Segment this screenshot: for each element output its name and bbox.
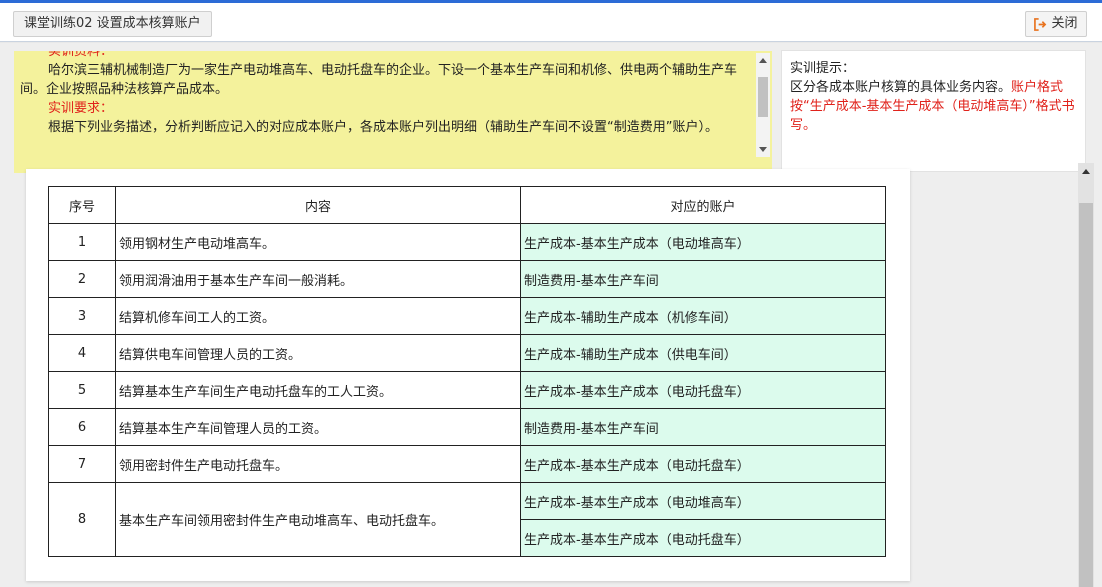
row-content: 领用钢材生产电动堆高车。 <box>115 223 521 261</box>
row-num: 7 <box>48 445 116 483</box>
header-num: 序号 <box>48 186 116 224</box>
accounts-table: 序号 内容 对应的账户 1 领用钢材生产电动堆高车。 生产成本-基本生产成本（电… <box>48 186 886 557</box>
material-heading: 实训资料： <box>48 51 114 59</box>
scroll-thumb[interactable] <box>758 77 768 117</box>
page-scrollbar[interactable] <box>1078 163 1094 587</box>
hint-text: 区分各成本账户核算的具体业务内容。 <box>790 80 1012 95</box>
table-row: 1 领用钢材生产电动堆高车。 生产成本-基本生产成本（电动堆高车） <box>48 223 886 261</box>
table-card: 序号 内容 对应的账户 1 领用钢材生产电动堆高车。 生产成本-基本生产成本（电… <box>26 169 910 581</box>
row-account[interactable]: 制造费用-基本生产车间 <box>520 260 886 298</box>
table-row: 2 领用润滑油用于基本生产车间一般消耗。 制造费用-基本生产车间 <box>48 260 886 298</box>
row-content: 结算基本生产车间生产电动托盘车的工人工资。 <box>115 371 521 409</box>
top-bar: 课堂训练02 设置成本核算账户 关闭 <box>0 0 1102 42</box>
hint-body: 区分各成本账户核算的具体业务内容。账户格式按“生产成本-基本生产成本（电动堆高车… <box>790 78 1077 135</box>
table-row: 5 结算基本生产车间生产电动托盘车的工人工资。 生产成本-基本生产成本（电动托盘… <box>48 371 886 409</box>
row-account[interactable]: 生产成本-基本生产成本（电动托盘车） <box>520 445 886 483</box>
main-area: 实训资料： 哈尔滨三辅机械制造厂为一家生产电动堆高车、电动托盘车的企业。下设一个… <box>0 43 1102 587</box>
row-account[interactable]: 生产成本-基本生产成本（电动托盘车） <box>520 371 886 409</box>
row-content: 结算机修车间工人的工资。 <box>115 297 521 335</box>
table-header-row: 序号 内容 对应的账户 <box>48 186 886 224</box>
scroll-up-icon[interactable] <box>759 58 767 63</box>
page-title-tab[interactable]: 课堂训练02 设置成本核算账户 <box>13 11 212 37</box>
close-label: 关闭 <box>1051 16 1078 31</box>
row-account[interactable]: 生产成本-基本生产成本（电动堆高车） <box>520 223 886 261</box>
page-scroll-up-icon[interactable] <box>1082 169 1090 174</box>
row-content: 结算供电车间管理人员的工资。 <box>115 334 521 372</box>
row-num: 8 <box>48 482 116 557</box>
row-num: 6 <box>48 408 116 446</box>
row-content: 基本生产车间领用密封件生产电动堆高车、电动托盘车。 <box>115 482 521 557</box>
row-account[interactable]: 生产成本-基本生产成本（电动托盘车） <box>520 519 886 557</box>
table-row: 6 结算基本生产车间管理人员的工资。 制造费用-基本生产车间 <box>48 408 886 446</box>
material-panel[interactable]: 实训资料： 哈尔滨三辅机械制造厂为一家生产电动堆高车、电动托盘车的企业。下设一个… <box>14 51 772 173</box>
table-row: 8 基本生产车间领用密封件生产电动堆高车、电动托盘车。 生产成本-基本生产成本（… <box>48 482 886 557</box>
row-account[interactable]: 生产成本-辅助生产成本（机修车间） <box>520 297 886 335</box>
row-num: 1 <box>48 223 116 261</box>
requirement-heading: 实训要求： <box>48 101 114 116</box>
requirement-text: 根据下列业务描述，分析判断应记入的对应成本账户，各成本账户列出明细（辅助生产车间… <box>48 120 718 135</box>
row-num: 4 <box>48 334 116 372</box>
row-account[interactable]: 制造费用-基本生产车间 <box>520 408 886 446</box>
row-content: 领用润滑油用于基本生产车间一般消耗。 <box>115 260 521 298</box>
material-scrollbar[interactable] <box>756 53 770 157</box>
hint-title: 实训提示： <box>790 61 856 76</box>
row-content: 领用密封件生产电动托盘车。 <box>115 445 521 483</box>
hint-panel: 实训提示： 区分各成本账户核算的具体业务内容。账户格式按“生产成本-基本生产成本… <box>781 50 1086 172</box>
table-row: 3 结算机修车间工人的工资。 生产成本-辅助生产成本（机修车间） <box>48 297 886 335</box>
row-content: 结算基本生产车间管理人员的工资。 <box>115 408 521 446</box>
close-button[interactable]: 关闭 <box>1025 11 1087 37</box>
row-num: 2 <box>48 260 116 298</box>
scroll-down-icon[interactable] <box>759 147 767 152</box>
header-content: 内容 <box>115 186 521 224</box>
table-row: 4 结算供电车间管理人员的工资。 生产成本-辅助生产成本（供电车间） <box>48 334 886 372</box>
row-account[interactable]: 生产成本-基本生产成本（电动堆高车） <box>520 482 886 520</box>
exit-icon <box>1034 17 1047 31</box>
header-account: 对应的账户 <box>520 186 886 224</box>
table-row: 7 领用密封件生产电动托盘车。 生产成本-基本生产成本（电动托盘车） <box>48 445 886 483</box>
page-scroll-thumb[interactable] <box>1079 203 1093 587</box>
row-num: 3 <box>48 297 116 335</box>
row-account[interactable]: 生产成本-辅助生产成本（供电车间） <box>520 334 886 372</box>
material-text: 哈尔滨三辅机械制造厂为一家生产电动堆高车、电动托盘车的企业。下设一个基本生产车间… <box>20 63 738 97</box>
row-num: 5 <box>48 371 116 409</box>
